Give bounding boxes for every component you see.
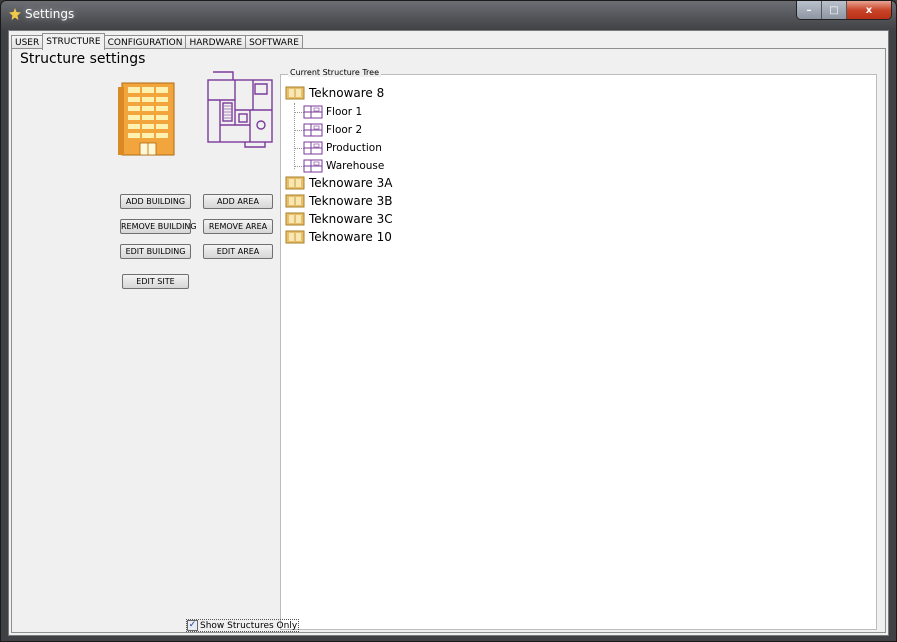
structure-panel: Structure settings ADD BUILDING REMOVE B… [11, 48, 886, 633]
window-title: Settings [25, 7, 75, 21]
tab-strip: USER STRUCTURE CONFIGURATION HARDWARE SO… [11, 33, 303, 50]
tree-node-label: Floor 2 [326, 124, 363, 136]
show-structures-only-checkbox[interactable]: ✓ Show Structures Only [186, 619, 300, 632]
tree-node-area[interactable]: Production [303, 141, 382, 155]
client-area: USER STRUCTURE CONFIGURATION HARDWARE SO… [8, 30, 889, 636]
remove-building-button[interactable]: REMOVE BUILDING [120, 219, 197, 234]
tree-node-area[interactable]: Floor 1 [303, 105, 362, 119]
floorplan-small-icon [303, 141, 323, 155]
tree-node-building[interactable]: Teknoware 3B [285, 194, 392, 208]
folder-icon [285, 86, 305, 100]
folder-icon [285, 212, 305, 226]
tree-node-label: Teknoware 8 [309, 86, 385, 100]
tree-node-building[interactable]: Teknoware 3A [285, 176, 392, 190]
structure-tree[interactable]: Teknoware 8 Floor 1 Floor 2 Production W… [280, 74, 877, 630]
tree-node-building[interactable]: Teknoware 10 [285, 230, 392, 244]
add-area-button[interactable]: ADD AREA [203, 194, 273, 209]
page-title: Structure settings [20, 51, 146, 67]
add-building-button[interactable]: ADD BUILDING [120, 194, 191, 209]
floorplan-small-icon [303, 123, 323, 137]
tree-node-label: Teknoware 10 [309, 230, 392, 244]
tree-node-building[interactable]: Teknoware 8 [285, 86, 384, 100]
tree-node-label: Warehouse [326, 160, 385, 172]
edit-site-button[interactable]: EDIT SITE [122, 274, 189, 289]
tree-node-area[interactable]: Warehouse [303, 159, 384, 173]
building-icon [118, 82, 175, 156]
tree-node-building[interactable]: Teknoware 3C [285, 212, 393, 226]
folder-icon [285, 194, 305, 208]
close-button[interactable]: x [847, 1, 891, 19]
tree-node-label: Teknoware 3A [309, 176, 393, 190]
checkbox-label: Show Structures Only [200, 620, 298, 631]
tree-node-label: Teknoware 3B [309, 194, 393, 208]
checkmark-icon[interactable]: ✓ [187, 620, 198, 631]
tree-node-label: Teknoware 3C [309, 212, 393, 226]
floorplan-small-icon [303, 159, 323, 173]
maximize-button[interactable]: □ [822, 1, 847, 19]
floorplan-small-icon [303, 105, 323, 119]
title-bar[interactable]: Settings – □ x [1, 1, 896, 29]
tree-node-area[interactable]: Floor 2 [303, 123, 362, 137]
tree-node-label: Floor 1 [326, 106, 363, 118]
minimize-button[interactable]: – [797, 1, 822, 19]
settings-window: Settings – □ x USER STRUCTURE CONFIGURAT… [0, 0, 897, 642]
caption-buttons: – □ x [796, 1, 892, 20]
remove-area-button[interactable]: REMOVE AREA [203, 219, 273, 234]
edit-area-button[interactable]: EDIT AREA [203, 244, 273, 259]
folder-icon [285, 176, 305, 190]
tab-structure[interactable]: STRUCTURE [42, 33, 105, 50]
folder-icon [285, 230, 305, 244]
tree-legend: Current Structure Tree [288, 68, 382, 77]
settings-app-icon [9, 8, 21, 20]
edit-building-button[interactable]: EDIT BUILDING [120, 244, 191, 259]
floorplan-icon [207, 71, 273, 148]
tree-node-label: Production [326, 142, 382, 154]
